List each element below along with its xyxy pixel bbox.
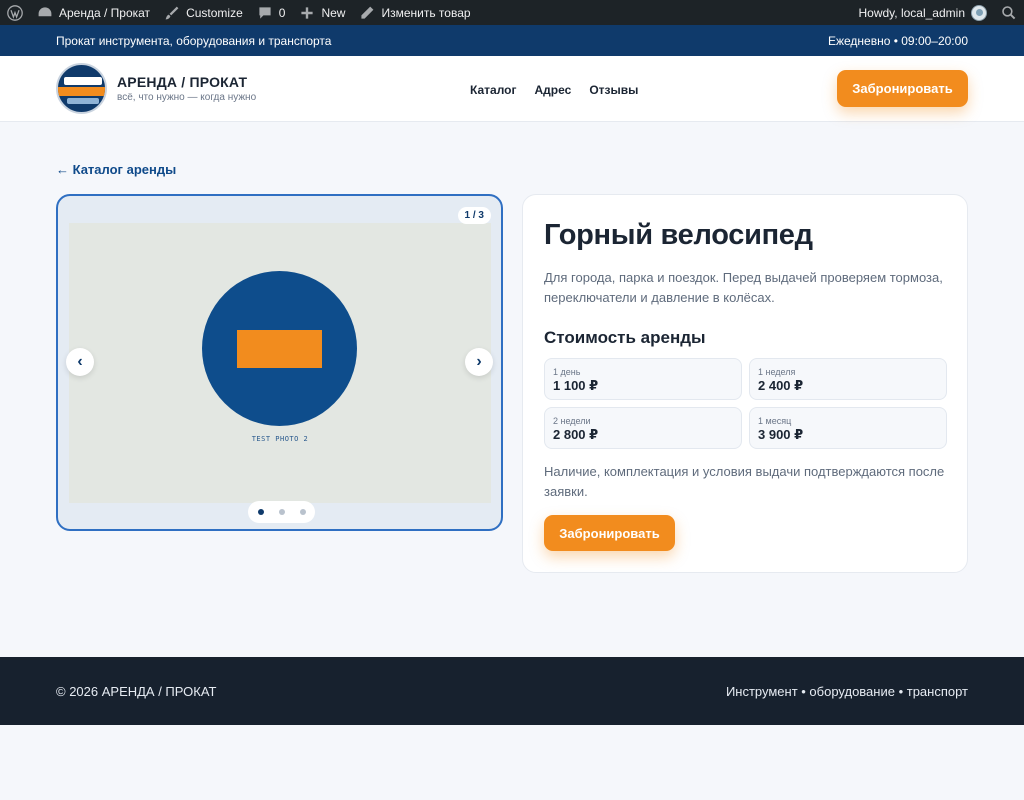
photo-caption: TEST PHOTO 2 (251, 435, 309, 443)
availability-note: Наличие, комплектация и условия выдачи п… (544, 464, 945, 499)
price-period: 1 неделя (758, 367, 796, 377)
slide-counter: 1 / 3 (457, 207, 491, 224)
product-description: Для города, парка и поездок. Перед выдач… (544, 270, 943, 305)
admin-new-label: New (321, 5, 346, 20)
footer-copyright: © 2026 АРЕНДА / ПРОКАТ (56, 683, 217, 699)
chevron-right-icon: › (476, 353, 482, 370)
admin-howdy: Howdy, local_admin (858, 5, 966, 20)
gallery-next-button[interactable]: › (465, 348, 493, 376)
admin-edit-product[interactable]: Изменить товар (352, 0, 477, 25)
brand-name[interactable]: АРЕНДА / ПРОКАТ (117, 74, 247, 90)
nav-item-address[interactable]: Адрес (535, 83, 572, 97)
price-cell: 1 неделя 2 400 ₽ (749, 358, 947, 400)
admin-new[interactable]: New (292, 0, 352, 25)
price-grid: 1 день 1 100 ₽ 1 неделя 2 400 ₽ 2 недели… (544, 358, 947, 449)
product-title: Горный велосипед (544, 219, 813, 251)
nav-item-catalog[interactable]: Каталог (470, 83, 517, 97)
gallery-prev-button[interactable]: ‹ (66, 348, 94, 376)
price-value: 2 800 ₽ (553, 427, 599, 442)
admin-search[interactable] (994, 0, 1024, 25)
search-icon (1002, 5, 1016, 19)
admin-customize[interactable]: Customize (157, 0, 250, 25)
footer-tagline: Инструмент • оборудование • транспорт (725, 683, 968, 699)
admin-comments[interactable]: 0 (250, 0, 293, 25)
admin-account[interactable]: Howdy, local_admin (852, 0, 995, 25)
product-gallery: TEST PHOTO 2 1 / 3 ‹ › (56, 194, 503, 531)
wordpress-icon (7, 4, 23, 21)
main-nav: Каталог Адрес Отзывы (470, 83, 638, 97)
admin-bar: Аренда / Прокат Customize 0 New Изменить… (0, 0, 1024, 25)
product-card: Горный велосипед Для города, парка и пое… (522, 194, 968, 573)
admin-site-name-label: Аренда / Прокат (59, 5, 151, 20)
price-period: 1 день (553, 367, 581, 377)
gallery-dot[interactable] (299, 509, 306, 515)
plus-icon (301, 6, 314, 19)
site-logo[interactable] (56, 63, 107, 114)
price-period: 2 недели (553, 416, 591, 426)
brush-icon (165, 6, 179, 19)
wordpress-logo-menu[interactable] (0, 0, 30, 25)
chevron-left-icon: ‹ (77, 353, 83, 370)
admin-comments-count: 0 (278, 5, 286, 20)
logo-shape (67, 98, 99, 104)
price-cell: 2 недели 2 800 ₽ (544, 407, 742, 449)
price-cell: 1 день 1 100 ₽ (544, 358, 742, 400)
back-to-catalog-link[interactable]: ← Каталог аренды (56, 162, 176, 177)
site-footer: © 2026 АРЕНДА / ПРОКАТ Инструмент • обор… (0, 657, 1024, 725)
top-tagline: Прокат инструмента, оборудования и транс… (56, 33, 332, 48)
price-value: 1 100 ₽ (553, 378, 599, 393)
top-info-bar: Прокат инструмента, оборудования и транс… (0, 25, 1024, 56)
brand-tagline: всё, что нужно — когда нужно (117, 92, 257, 103)
pencil-icon (361, 6, 374, 19)
admin-site-name[interactable]: Аренда / Прокат (30, 0, 157, 25)
photo-rect-shape (237, 330, 322, 368)
comment-icon (259, 6, 271, 19)
logo-shape (58, 87, 105, 96)
price-section-title: Стоимость аренды (544, 328, 706, 347)
price-value: 2 400 ₽ (758, 378, 804, 393)
gallery-dot[interactable] (278, 509, 285, 515)
admin-edit-product-label: Изменить товар (381, 5, 471, 20)
opening-hours: Ежедневно • 09:00–20:00 (827, 33, 968, 48)
dashboard-icon (38, 6, 52, 16)
product-book-button[interactable]: Забронировать (544, 515, 675, 551)
logo-shape (64, 77, 102, 85)
gallery-dots (248, 501, 315, 523)
price-value: 3 900 ₽ (758, 427, 804, 442)
admin-customize-label: Customize (186, 5, 243, 20)
price-period: 1 месяц (758, 416, 792, 426)
gallery-dot[interactable] (257, 509, 264, 515)
nav-item-reviews[interactable]: Отзывы (589, 83, 638, 97)
header-book-button[interactable]: Забронировать (837, 70, 968, 107)
price-cell: 1 месяц 3 900 ₽ (749, 407, 947, 449)
product-photo: TEST PHOTO 2 (69, 223, 491, 503)
avatar (971, 4, 987, 21)
